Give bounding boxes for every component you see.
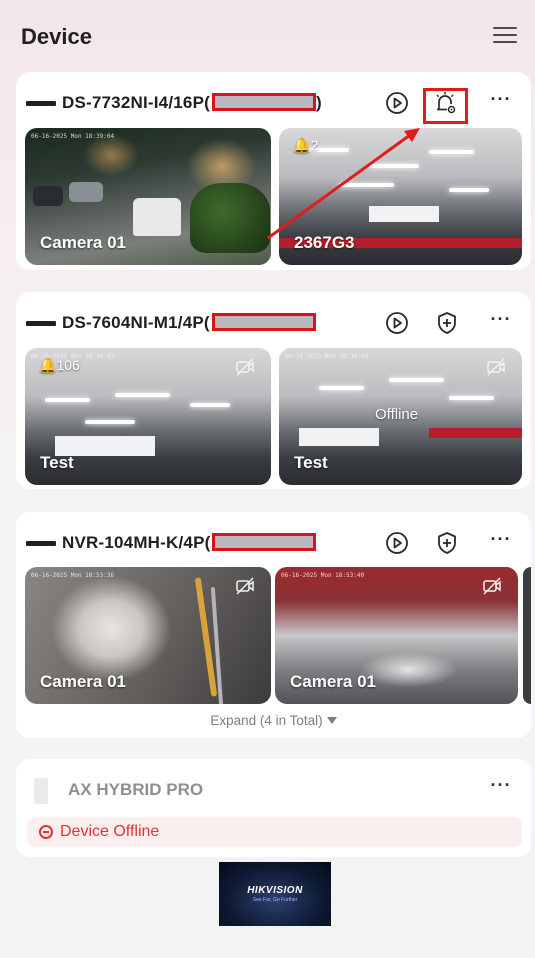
camera-timestamp: 06-16-2025 Mon 18:53:40 xyxy=(281,572,365,579)
device-card: NVR-104MH-K/4P( ··· 06-16-2025 Mon 18:53… xyxy=(16,512,531,738)
camera-thumbnail[interactable]: 06-16-2025 Mon 18:34:09 Offline Test xyxy=(279,348,522,485)
camera-timestamp: 06-16-2025 Mon 18:34:09 xyxy=(285,353,369,360)
camera-timestamp: 06-16-2025 Mon 18:53:36 xyxy=(31,572,115,579)
redaction-box xyxy=(211,93,316,111)
more-icon[interactable]: ··· xyxy=(489,776,513,802)
hikvision-logo: HIKVISION See Far, Go Further xyxy=(219,862,331,926)
playback-icon[interactable] xyxy=(384,90,410,116)
camera-timestamp: 06-16-2025 Mon 18:39:04 xyxy=(31,133,115,140)
redaction-box xyxy=(212,533,317,551)
camera-label: Camera 01 xyxy=(40,233,127,252)
device-name: NVR-104MH-K/4P( xyxy=(62,533,317,553)
device-name: DS-7604NI-M1/4P( xyxy=(62,313,316,333)
bell-icon: 🔔 xyxy=(39,357,57,373)
chevron-down-icon xyxy=(326,717,337,724)
camera-thumbnail[interactable]: 06-16-2025 Mon 18:39:04 Camera 01 xyxy=(25,128,271,265)
camera-off-icon xyxy=(482,576,502,596)
camera-label: Camera 01 xyxy=(290,672,377,691)
camera-offline-label: Offline xyxy=(375,406,419,423)
shield-plus-icon[interactable] xyxy=(434,530,460,556)
shield-plus-icon[interactable] xyxy=(434,310,460,336)
alarm-count-badge: 🔔2 xyxy=(293,137,319,153)
offline-icon xyxy=(39,825,53,839)
device-card: DS-7604NI-M1/4P( ··· 06-16-2025 Mon 18:3… xyxy=(16,292,531,489)
hamburger-menu-icon[interactable] xyxy=(493,27,517,47)
camera-thumbnail[interactable]: 06-16-2025 Mon 18:53:40 Camera 01 xyxy=(275,567,518,704)
playback-icon[interactable] xyxy=(384,310,410,336)
nvr-device-icon xyxy=(26,321,56,326)
more-icon[interactable]: ··· xyxy=(489,530,513,556)
camera-label: Test xyxy=(294,453,328,472)
device-header[interactable]: DS-7604NI-M1/4P( ··· xyxy=(16,308,531,338)
offline-status-text: Device Offline xyxy=(60,823,160,840)
scene-hedge xyxy=(190,183,270,253)
nvr-device-icon xyxy=(26,101,56,106)
device-name: DS-7732NI-I4/16P() xyxy=(62,93,322,112)
camera-off-icon xyxy=(235,576,255,596)
camera-thumbnail[interactable]: 06-16-2025 Mon 18:53:36 Camera 01 xyxy=(25,567,271,704)
app-header: Device xyxy=(0,0,535,72)
nvr-device-icon xyxy=(26,541,56,546)
expand-button[interactable]: Expand (4 in Total) xyxy=(16,713,531,728)
more-icon[interactable]: ··· xyxy=(489,310,513,336)
hybrid-panel-icon xyxy=(34,778,48,804)
camera-thumbnail[interactable]: 06-16-2025 Mon 18:34:43 🔔106 Test xyxy=(25,348,271,485)
camera-off-icon xyxy=(486,357,506,377)
device-card: AX HYBRID PRO ··· Device Offline xyxy=(16,759,531,857)
page-title: Device xyxy=(21,24,92,49)
scene-car xyxy=(33,186,63,206)
alarm-count-badge: 🔔106 xyxy=(39,357,80,373)
camera-label: 2367G3 xyxy=(294,233,355,252)
camera-thumbnail-peek[interactable] xyxy=(523,567,531,704)
device-offline-banner[interactable]: Device Offline xyxy=(27,817,522,847)
scene-car xyxy=(69,182,103,202)
device-header[interactable]: NVR-104MH-K/4P( ··· xyxy=(16,528,531,558)
camera-label: Test xyxy=(40,453,74,472)
bell-icon: 🔔 xyxy=(293,137,311,153)
more-icon[interactable]: ··· xyxy=(489,90,513,116)
camera-off-icon xyxy=(235,357,255,377)
playback-icon[interactable] xyxy=(384,530,410,556)
redaction-box xyxy=(211,313,316,331)
camera-thumbnail[interactable]: 🔔2 2367G3 xyxy=(279,128,522,265)
scene-car xyxy=(133,198,181,236)
camera-label: Camera 01 xyxy=(40,672,127,691)
annotation-highlight-box xyxy=(423,88,468,124)
device-name[interactable]: AX HYBRID PRO xyxy=(68,780,203,800)
